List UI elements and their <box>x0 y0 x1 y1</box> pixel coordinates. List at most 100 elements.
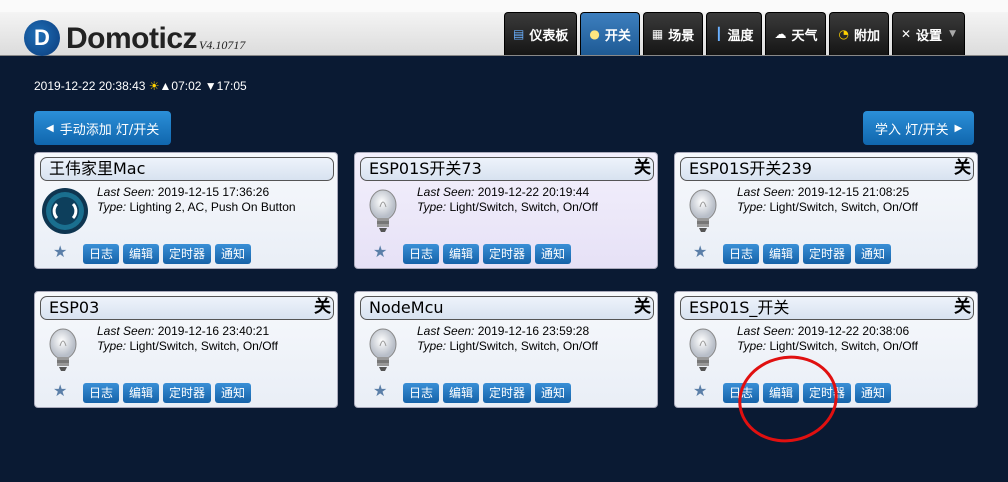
chevron-down-icon: ▼ <box>949 29 956 39</box>
device-status[interactable]: 关 <box>954 296 971 318</box>
device-card: 王伟家里Mac Last Seen: 2019-12-15 17:36:26 T… <box>34 152 338 269</box>
favorite-star-icon[interactable]: ★ <box>373 242 387 261</box>
device-info: Last Seen: 2019-12-22 20:19:44 Type: Lig… <box>417 185 598 215</box>
main-nav: ▤ 仪表板 ● 开关 ▦ 场景 ┃ 温度 ☁ 天气 ◔ 附加 ✕ 设置 ▼ <box>504 12 965 55</box>
device-status[interactable]: 关 <box>954 157 971 179</box>
last-seen-label: Last Seen: <box>97 324 155 338</box>
device-name: ESP01S_开关 <box>680 296 974 320</box>
scene-icon: ▦ <box>651 27 664 41</box>
device-info: Last Seen: 2019-12-15 17:36:26 Type: Lig… <box>97 185 296 215</box>
nav-settings[interactable]: ✕ 设置 ▼ <box>891 12 965 55</box>
device-name: ESP03 <box>40 296 334 320</box>
push-button-icon[interactable] <box>41 185 93 237</box>
favorite-star-icon[interactable]: ★ <box>53 242 67 261</box>
weather-icon: ☁ <box>774 27 787 41</box>
notifications-button[interactable]: 通知 <box>855 244 892 264</box>
sun-icon: ☀ <box>148 79 160 93</box>
nav-label: 温度 <box>727 28 754 44</box>
add-manual-switch-button[interactable]: ◀ 手动添加 灯/开关 <box>34 111 172 145</box>
type-value: Light/Switch, Switch, On/Off <box>129 339 278 353</box>
last-seen-value: 2019-12-15 21:08:25 <box>797 185 910 199</box>
device-status[interactable]: 关 <box>634 296 651 318</box>
edit-button[interactable]: 编辑 <box>123 244 160 264</box>
last-seen-label: Last Seen: <box>417 324 475 338</box>
sunset-time: ▼17:05 <box>204 79 247 93</box>
arrow-right-icon: ▶ <box>954 122 963 134</box>
last-seen-value: 2019-12-22 20:38:06 <box>797 324 910 338</box>
light-bulb-icon[interactable] <box>361 324 413 376</box>
edit-button[interactable]: 编辑 <box>123 383 160 403</box>
device-card: ESP01S开关239 关 Last Seen: 2019-12-15 21:0… <box>674 152 978 269</box>
timers-button[interactable]: 定时器 <box>163 383 212 403</box>
notifications-button[interactable]: 通知 <box>215 383 252 403</box>
type-value: Light/Switch, Switch, On/Off <box>449 200 598 214</box>
log-button[interactable]: 日志 <box>723 244 760 264</box>
device-info: Last Seen: 2019-12-16 23:59:28 Type: Lig… <box>417 324 598 354</box>
light-bulb-icon[interactable] <box>41 324 93 376</box>
notifications-button[interactable]: 通知 <box>535 244 572 264</box>
type-value: Light/Switch, Switch, On/Off <box>769 200 918 214</box>
log-button[interactable]: 日志 <box>403 383 440 403</box>
log-button[interactable]: 日志 <box>403 244 440 264</box>
nav-label: 仪表板 <box>529 28 569 44</box>
light-bulb-icon[interactable] <box>681 324 733 376</box>
device-info: Last Seen: 2019-12-16 23:40:21 Type: Lig… <box>97 324 278 354</box>
nav-weather[interactable]: ☁ 天气 <box>765 12 827 55</box>
favorite-star-icon[interactable]: ★ <box>693 381 707 400</box>
nav-switches[interactable]: ● 开关 <box>580 12 640 55</box>
last-seen-label: Last Seen: <box>417 185 475 199</box>
sunrise-time: ▲07:02 <box>159 79 202 93</box>
device-info: Last Seen: 2019-12-15 21:08:25 Type: Lig… <box>737 185 918 215</box>
dashboard-icon: ▤ <box>513 27 525 41</box>
nav-scenes[interactable]: ▦ 场景 <box>642 12 704 55</box>
learn-switch-button[interactable]: 学入 灯/开关 ▶ <box>863 111 975 145</box>
device-name: ESP01S开关239 <box>680 157 974 181</box>
edit-button[interactable]: 编辑 <box>763 244 800 264</box>
device-status[interactable]: 关 <box>634 157 651 179</box>
nav-utility[interactable]: ◔ 附加 <box>829 12 889 55</box>
app-name: Domoticz <box>66 22 198 55</box>
timers-button[interactable]: 定时器 <box>803 244 852 264</box>
settings-icon: ✕ <box>900 27 912 41</box>
type-label: Type: <box>417 339 447 353</box>
edit-button[interactable]: 编辑 <box>443 244 480 264</box>
last-seen-label: Last Seen: <box>737 324 795 338</box>
log-button[interactable]: 日志 <box>83 383 120 403</box>
log-button[interactable]: 日志 <box>83 244 120 264</box>
favorite-star-icon[interactable]: ★ <box>373 381 387 400</box>
notifications-button[interactable]: 通知 <box>215 244 252 264</box>
type-label: Type: <box>737 339 767 353</box>
type-label: Type: <box>97 339 127 353</box>
light-bulb-icon[interactable] <box>681 185 733 237</box>
nav-temperature[interactable]: ┃ 温度 <box>706 12 763 55</box>
notifications-button[interactable]: 通知 <box>855 383 892 403</box>
light-bulb-icon[interactable] <box>361 185 413 237</box>
add-manual-label: 手动添加 灯/开关 <box>59 122 160 138</box>
type-label: Type: <box>97 200 127 214</box>
type-label: Type: <box>417 200 447 214</box>
app-logo[interactable]: D Domoticz V4.10717 <box>24 20 245 56</box>
favorite-star-icon[interactable]: ★ <box>693 242 707 261</box>
nav-dashboard[interactable]: ▤ 仪表板 <box>504 12 578 55</box>
last-seen-value: 2019-12-16 23:59:28 <box>477 324 590 338</box>
bulb-icon: ● <box>589 27 600 41</box>
domoticz-logo-icon: D <box>24 20 60 56</box>
edit-button[interactable]: 编辑 <box>443 383 480 403</box>
last-seen-value: 2019-12-22 20:19:44 <box>477 185 590 199</box>
notifications-button[interactable]: 通知 <box>535 383 572 403</box>
device-info: Last Seen: 2019-12-22 20:38:06 Type: Lig… <box>737 324 918 354</box>
device-card: ESP01S开关73 关 Last Seen: 2019-12-22 20:19… <box>354 152 658 269</box>
nav-label: 天气 <box>791 28 818 44</box>
device-actions: 日志 编辑 定时器 通知 <box>723 244 892 264</box>
timers-button[interactable]: 定时器 <box>483 383 532 403</box>
nav-label: 开关 <box>604 28 631 44</box>
timers-button[interactable]: 定时器 <box>163 244 212 264</box>
timers-button[interactable]: 定时器 <box>483 244 532 264</box>
last-seen-label: Last Seen: <box>737 185 795 199</box>
type-value: Light/Switch, Switch, On/Off <box>449 339 598 353</box>
current-datetime: 2019-12-22 20:38:43 <box>34 79 146 93</box>
arrow-left-icon: ◀ <box>46 122 54 134</box>
favorite-star-icon[interactable]: ★ <box>53 381 67 400</box>
browser-top-strip <box>0 0 1008 12</box>
device-status[interactable]: 关 <box>314 296 331 318</box>
